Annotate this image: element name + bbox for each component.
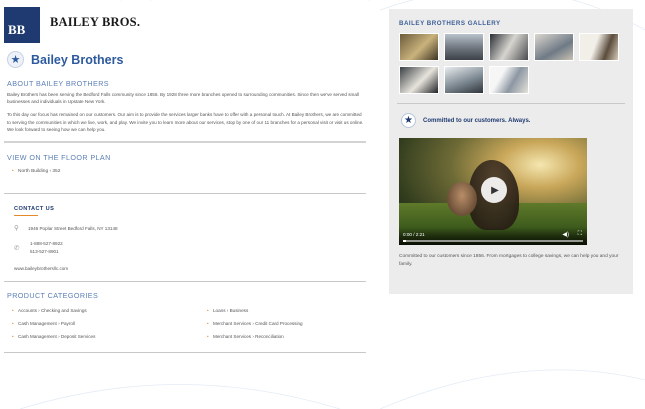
video-caption: Committed to our customers since 1856. F…	[399, 254, 619, 267]
category-link[interactable]: Cash Management › Payroll	[4, 320, 199, 327]
map-pin-icon: ⚲	[14, 225, 19, 233]
volume-icon[interactable]: ◀)	[562, 231, 569, 238]
gallery-thumbnail[interactable]	[489, 33, 529, 61]
divider	[4, 281, 366, 283]
logo-mark: BB	[4, 7, 40, 43]
about-paragraph-2: To this day our focus has remained on ou…	[7, 112, 364, 132]
category-link[interactable]: Merchant Services › Reconciliation	[199, 333, 366, 340]
category-link[interactable]: Cash Management › Deposit Services	[4, 333, 199, 340]
video-player[interactable]: ▶ 0:00 / 2:21 ◀) ⛶	[399, 138, 587, 245]
gallery-thumbnail[interactable]	[399, 33, 439, 61]
video-frame-figure	[447, 182, 477, 216]
contact-address: ⚲ 1946 Poplar Street Bedford Falls, NY 1…	[4, 224, 366, 232]
floor-plan-heading: VIEW ON THE FLOOR PLAN	[7, 153, 111, 163]
category-link[interactable]: Merchant Services › Credit Card Processi…	[199, 320, 366, 327]
contact-phones: ✆ 1-888-527-8922 513-527-8901	[4, 240, 366, 256]
star-icon: ★	[7, 51, 24, 68]
fullscreen-icon[interactable]: ⛶	[578, 231, 582, 238]
page-title-row: ★ Bailey Brothers	[4, 51, 366, 68]
play-icon[interactable]: ▶	[481, 177, 507, 203]
phone-icon: ✆	[14, 245, 20, 253]
about-heading: ABOUT BAILEY BROTHERS	[7, 79, 109, 88]
video-time: 0:00 / 2:21	[403, 232, 425, 237]
gallery-heading: BAILEY BROTHERS GALLERY	[399, 20, 501, 27]
divider	[4, 141, 366, 144]
phone-number-1[interactable]: 1-888-527-8922	[30, 240, 63, 248]
commitment-heading: Committed to our customers. Always.	[423, 117, 531, 124]
gallery-grid	[399, 33, 633, 94]
sidebar: BAILEY BROTHERS GALLERY ★ Committed to o…	[389, 9, 633, 294]
website-link[interactable]: www.baileybrothersllc.com	[4, 266, 366, 271]
video-progress-bar[interactable]	[403, 240, 583, 242]
gallery-thumbnail[interactable]	[399, 66, 439, 94]
divider	[397, 103, 625, 104]
page-title: Bailey Brothers	[31, 52, 124, 67]
about-paragraph-1: Bailey Brothers has been serving the Bed…	[7, 92, 359, 105]
address-text: 1946 Poplar Street Bedford Falls, NY 131…	[28, 225, 118, 231]
divider	[4, 352, 366, 354]
category-link[interactable]: Accounts › Checking and Savings	[4, 307, 199, 314]
category-list: Accounts › Checking and Savings Loans › …	[4, 307, 366, 340]
main-column: BB BAILEY BROS. ★ Bailey Brothers ABOUT …	[4, 7, 366, 354]
gallery-thumbnail[interactable]	[579, 33, 619, 61]
logo-name: BAILEY BROS.	[50, 15, 141, 29]
gallery-thumbnail[interactable]	[489, 66, 529, 94]
star-icon: ★	[401, 113, 416, 128]
logo[interactable]: BB BAILEY BROS.	[4, 7, 366, 43]
contact-underline	[14, 215, 38, 217]
category-link[interactable]: Loans › Business	[199, 307, 366, 314]
commitment-heading-row: ★ Committed to our customers. Always.	[401, 113, 633, 128]
gallery-thumbnail[interactable]	[444, 33, 484, 61]
phone-number-2[interactable]: 513-527-8901	[30, 248, 63, 256]
contact-heading: CONTACT US	[14, 206, 55, 213]
video-controls	[399, 227, 587, 245]
floor-plan-link[interactable]: North Building › 352	[4, 168, 366, 175]
gallery-thumbnail[interactable]	[534, 33, 574, 61]
product-categories-heading: PRODUCT CATEGORIES	[7, 291, 99, 301]
gallery-thumbnail[interactable]	[444, 66, 484, 94]
divider	[4, 193, 366, 195]
